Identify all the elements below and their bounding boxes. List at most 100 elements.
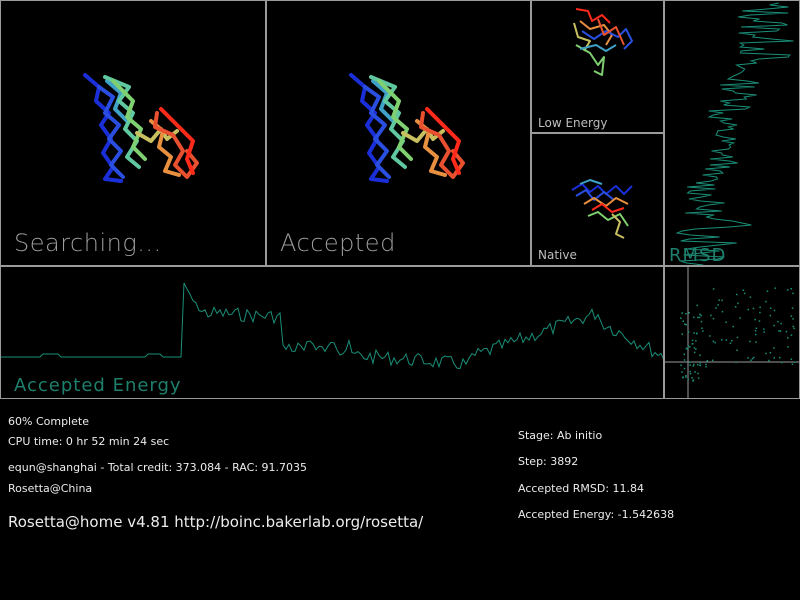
scatter-point [780,322,782,325]
scatter-point [714,341,716,344]
scatter-point [693,332,695,334]
scatter-point [709,335,711,337]
scatter-point [691,343,694,345]
scatter-point [743,292,746,295]
scatter-point [685,376,687,378]
scatter-point [710,314,712,317]
accepted-energy-panel: Accepted Energy [0,266,664,399]
scatter-point [696,363,699,366]
scatter-point [792,318,794,320]
scatter-point [715,307,717,309]
scatter-point [749,340,751,343]
scatter-point [684,323,686,325]
accepted-energy-text: Accepted Energy: -1.542638 [518,508,675,521]
scatter-point [759,306,761,309]
rmsd-label: RMSD [669,245,727,266]
percent-complete: 60% Complete [8,415,89,428]
scatter-point [706,360,709,362]
rmsd-energy-scatter-panel [664,266,800,399]
scatter-point [697,372,699,375]
scatter-point [685,374,687,377]
scatter-point [769,352,772,354]
scatter-point [698,316,701,319]
scatter-point [695,340,697,342]
scatter-point [681,333,683,335]
scatter-point [773,347,775,349]
scatter-point [754,318,756,321]
native-protein-structure [571,179,633,239]
scatter-point [769,314,772,317]
scatter-point [695,348,697,350]
scatter-point [693,316,695,319]
scatter-point [721,299,723,302]
scatter-point [705,363,707,366]
scatter-point [699,362,701,364]
scatter-point [725,321,727,323]
scatter-point [736,293,738,296]
scatter-point [699,354,701,356]
scatter-point [777,320,779,323]
scatter-point [697,316,699,319]
accepted-protein-structure [349,73,465,183]
scatter-point [773,309,776,312]
scatter-point [781,361,783,364]
scatter-point [721,310,724,313]
scatter-point [736,336,739,339]
scatter-point [779,330,782,332]
scatter-point [763,331,765,333]
stage-text: Stage: Ab initio [518,429,603,442]
scatter-point [691,377,693,379]
scatter-point [755,333,757,336]
scatter-point [747,357,749,359]
scatter-point [689,370,691,373]
scatter-point [683,359,686,361]
scatter-point [702,330,704,332]
scatter-point [682,376,684,378]
scatter-point [729,342,732,345]
scatter-point [683,367,686,370]
scatter-point [787,337,789,339]
scatter-point [778,330,780,332]
scatter-point [699,364,702,367]
rmsd-trace [675,2,794,265]
scatter-point [700,314,702,317]
scatter-point [790,334,793,336]
scatter-point [687,345,690,347]
scatter-point [680,364,682,367]
searching-label: Searching... [14,229,162,257]
scatter-point [725,339,728,341]
scatter-point [749,296,752,298]
scatter-point [732,325,734,328]
scatter-point [785,330,788,333]
low-energy-label: Low Energy [538,116,608,130]
scatter-point [790,358,793,360]
rmsd-panel: RMSD [664,0,800,266]
scatter-point [747,308,749,311]
app-version-url: Rosetta@home v4.81 http://boinc.bakerlab… [8,513,424,531]
searching-panel: Searching... [0,0,266,266]
scatter-point [705,365,707,368]
scatter-point [697,377,700,379]
scatter-point [683,353,685,355]
scatter-point [754,330,757,332]
scatter-point [774,287,777,289]
scatter-point [693,363,695,366]
scatter-point [696,304,698,307]
scatter-point [692,365,695,367]
scatter-point [742,289,745,291]
scatter-point [689,364,691,366]
scatter-point [753,356,755,359]
scatter-point [685,323,687,326]
scatter-point [693,347,696,349]
scatter-point [773,324,775,327]
scatter-point [769,307,772,309]
scatter-point [790,288,792,290]
scatter-point [689,346,691,348]
scatter-point [717,304,719,306]
scatter-point [685,313,687,315]
scatter-point [689,373,692,375]
scatter-point [791,307,794,309]
scatter-point [763,328,765,330]
scatter-point [731,340,733,342]
scatter-point [687,331,690,333]
